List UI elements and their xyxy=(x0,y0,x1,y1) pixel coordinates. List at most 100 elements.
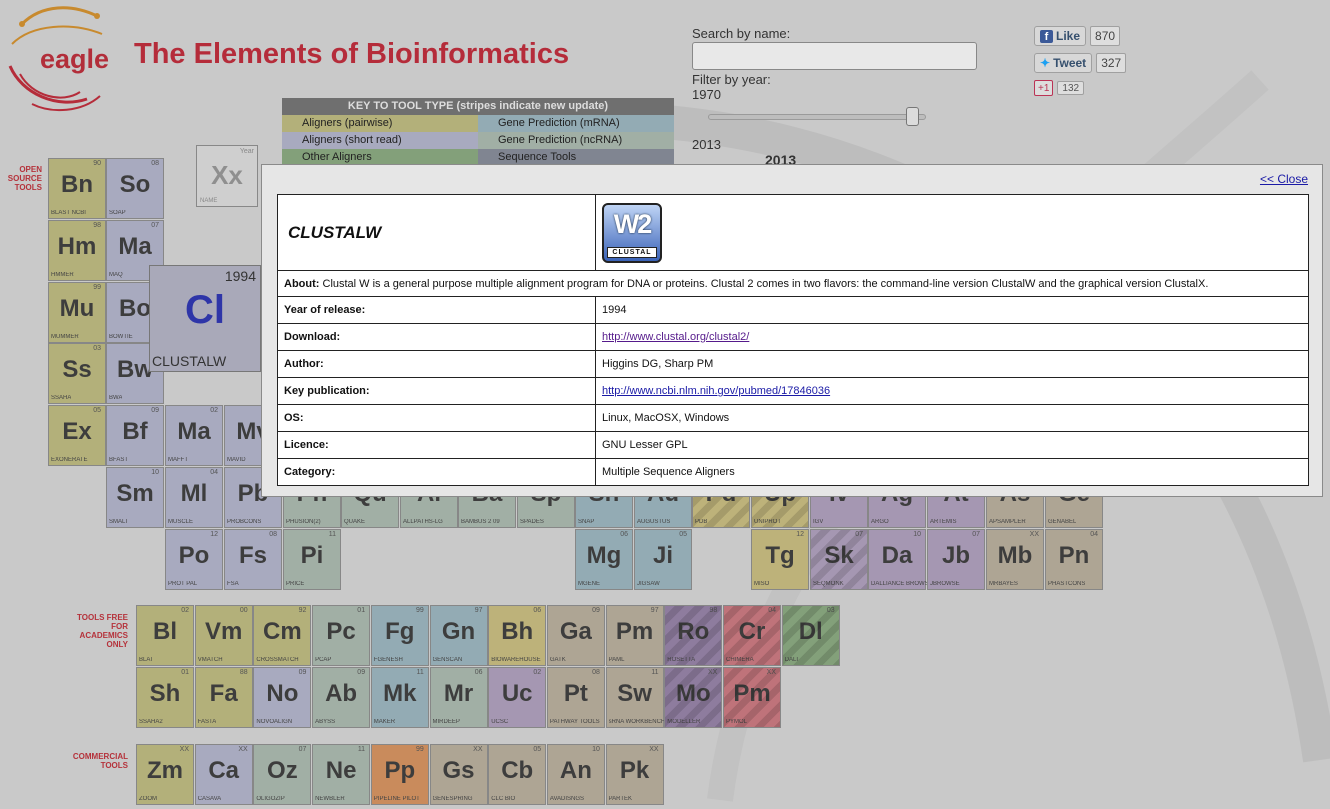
element-tile[interactable]: 88 Fa FASTA xyxy=(194,667,253,728)
element-tile[interactable]: 11 Pi PRICE xyxy=(283,529,341,590)
element-tile[interactable]: 98 Hm HMMER xyxy=(48,220,106,281)
element-tile[interactable]: 12 Po PROT PAL xyxy=(165,529,223,590)
tile-symbol: Po xyxy=(178,542,210,569)
element-tile[interactable]: 12 Tg MISO xyxy=(751,529,809,590)
element-tile[interactable]: 97 Pm PAML xyxy=(605,605,664,666)
tile-name: NEWBLER xyxy=(315,796,345,802)
facebook-like-button[interactable]: f Like xyxy=(1034,26,1087,46)
element-tile[interactable]: 09 Ab ABYSS xyxy=(312,667,371,728)
element-tile[interactable]: 08 Fs FSA xyxy=(224,529,282,590)
tile-year: 07 xyxy=(972,531,980,538)
element-tile[interactable]: 06 Mr MIRDEEP xyxy=(429,667,488,728)
element-tile[interactable]: 09 No NOVOALIGN xyxy=(253,667,312,728)
tile-name: JBROWSE xyxy=(930,581,960,587)
tile-symbol: So xyxy=(119,171,151,198)
tile-name: CASAVA xyxy=(197,796,222,802)
tile-name: sRNA WORKBENCH UEA xyxy=(608,719,665,725)
plusone-button[interactable]: +1 xyxy=(1034,80,1054,96)
element-tile[interactable]: 11 Mk MAKER xyxy=(370,667,429,728)
info-row-label: Key publication: xyxy=(277,377,596,405)
tweet-count: 327 xyxy=(1096,53,1127,73)
element-tile[interactable]: 05 Ji JIGSAW xyxy=(634,529,692,590)
eagle-logo[interactable]: eagle xyxy=(2,4,112,116)
tile-symbol: Oz xyxy=(267,757,298,784)
tile-symbol: Dl xyxy=(798,618,823,645)
info-link[interactable]: http://www.ncbi.nlm.nih.gov/pubmed/17846… xyxy=(602,385,830,397)
element-tile[interactable]: 92 Cm CROSSMATCH xyxy=(253,605,312,666)
element-tile[interactable]: 05 Cb CLC BIO xyxy=(488,744,547,805)
element-tile[interactable]: 01 Pc PCAP xyxy=(312,605,371,666)
clustal-logo-mark: W2 xyxy=(613,208,653,239)
element-tile[interactable]: XX Ca CASAVA xyxy=(194,744,253,805)
element-tile[interactable]: 07 Sk SEQMONK xyxy=(810,529,868,590)
tile-symbol: Hm xyxy=(57,233,97,260)
element-tile[interactable]: 06 Mg MGENE xyxy=(575,529,633,590)
element-tile[interactable]: 90 Bn BLAST NCBI xyxy=(48,158,106,219)
element-tile[interactable]: 03 Dl DALI xyxy=(781,605,840,666)
tile-year: 99 xyxy=(416,607,424,614)
info-link[interactable]: http://www.clustal.org/clustal2/ xyxy=(602,331,749,343)
year-slider-track[interactable] xyxy=(708,114,926,120)
element-tile[interactable]: 08 Pt PATHWAY TOOLS xyxy=(546,667,605,728)
tile-year: 09 xyxy=(592,607,600,614)
year-slider-handle[interactable] xyxy=(906,107,920,126)
element-tile[interactable]: 10 Sm SMALT xyxy=(106,467,164,528)
element-tile[interactable]: 98 Ro ROSETTA xyxy=(664,605,723,666)
tool-name: CLUSTALW xyxy=(288,222,382,242)
element-tile[interactable]: XX Gs GENESPRING xyxy=(429,744,488,805)
tile-name: BOWTIE xyxy=(109,334,133,340)
section-label-open-source: OPEN SOURCE TOOLS xyxy=(7,165,42,192)
element-tile[interactable]: XX Pm PYMOL xyxy=(723,667,781,728)
element-tile[interactable]: 09 Ga GATK xyxy=(546,605,605,666)
element-tile[interactable]: XX Pk PARTEK xyxy=(605,744,664,805)
info-row: Licence: GNU Lesser GPL xyxy=(277,431,1309,459)
tile-year: 08 xyxy=(151,160,159,167)
tile-symbol: Mu xyxy=(59,295,95,322)
element-tile[interactable]: 11 Ne NEWBLER xyxy=(312,744,371,805)
element-tile[interactable]: 99 Mu MUMMER xyxy=(48,282,106,343)
element-tile[interactable]: 08 So SOAP xyxy=(106,158,164,219)
element-tile[interactable]: 02 Bl BLAT xyxy=(136,605,194,666)
tile-name: SOAP xyxy=(109,210,126,216)
tile-symbol: Pc xyxy=(326,618,356,645)
element-tile[interactable]: 02 Ma MAFFT xyxy=(165,405,223,466)
section-label-commercial: COMMERCIAL TOOLS xyxy=(72,752,128,770)
element-tile[interactable]: 05 Ex EXONERATE xyxy=(48,405,106,466)
tile-year: 01 xyxy=(357,607,366,614)
hovered-tile-clustalw[interactable]: 1994 Cl CLUSTALW xyxy=(149,265,261,372)
element-tile[interactable]: 99 Fg FGENESH xyxy=(370,605,429,666)
close-link[interactable]: << Close xyxy=(1260,172,1308,186)
tile-name: MODELLER xyxy=(667,719,701,725)
tile-symbol: Ma xyxy=(177,418,211,445)
section-label-academic: TOOLS FREE FOR ACADEMICS ONLY xyxy=(77,613,128,649)
element-tile[interactable]: 03 Ss SSAHA xyxy=(48,343,106,404)
element-tile[interactable]: 09 Bf BFAST xyxy=(106,405,164,466)
element-tile[interactable]: XX Mo MODELLER xyxy=(664,667,723,728)
element-tile[interactable]: 04 Ml MUSCLE xyxy=(165,467,223,528)
element-tile[interactable]: 10 An AVADISNGS xyxy=(546,744,605,805)
tile-name: PATHWAY TOOLS xyxy=(549,719,600,725)
element-tile[interactable]: 07 Oz OLIGOZIP xyxy=(253,744,312,805)
element-tile[interactable]: 00 Vm VMATCH xyxy=(194,605,253,666)
element-tile[interactable]: 07 Jb JBROWSE xyxy=(927,529,985,590)
tile-name: BFAST xyxy=(109,457,129,463)
element-tile[interactable]: 10Da DALLIANCE BROWSER xyxy=(868,529,927,590)
tile-year: 97 xyxy=(650,607,659,614)
element-tile[interactable]: 97 Gn GENSCAN xyxy=(429,605,488,666)
element-tile[interactable]: XX Mb MRBAYES xyxy=(986,529,1044,590)
element-tile[interactable]: 99 Pp PIPELINE PILOT xyxy=(370,744,429,805)
element-tile[interactable]: 11 Sw sRNA WORKBENCH UEA xyxy=(605,667,665,728)
search-input[interactable] xyxy=(692,42,977,70)
key-item: Gene Prediction (ncRNA) xyxy=(478,132,674,149)
element-tile[interactable]: 01 Sh SSAHA2 xyxy=(136,667,194,728)
tile-name: BLAST NCBI xyxy=(51,210,86,216)
element-tile[interactable]: 04 Pn PHASTCONS xyxy=(1045,529,1103,590)
element-tile[interactable]: 02 Uc UCSC xyxy=(488,667,547,728)
element-tile[interactable]: 04 Cr CHIMERA xyxy=(723,605,781,666)
key-item: Aligners (short read) xyxy=(282,132,478,149)
tweet-button[interactable]: ✦ Tweet xyxy=(1034,53,1093,73)
element-tile[interactable]: 06 Bh BIOWAREHOUSE xyxy=(488,605,547,666)
element-tile[interactable]: XX Zm ZOOM xyxy=(136,744,194,805)
like-count: 870 xyxy=(1090,26,1121,46)
tile-year: 06 xyxy=(533,607,542,614)
